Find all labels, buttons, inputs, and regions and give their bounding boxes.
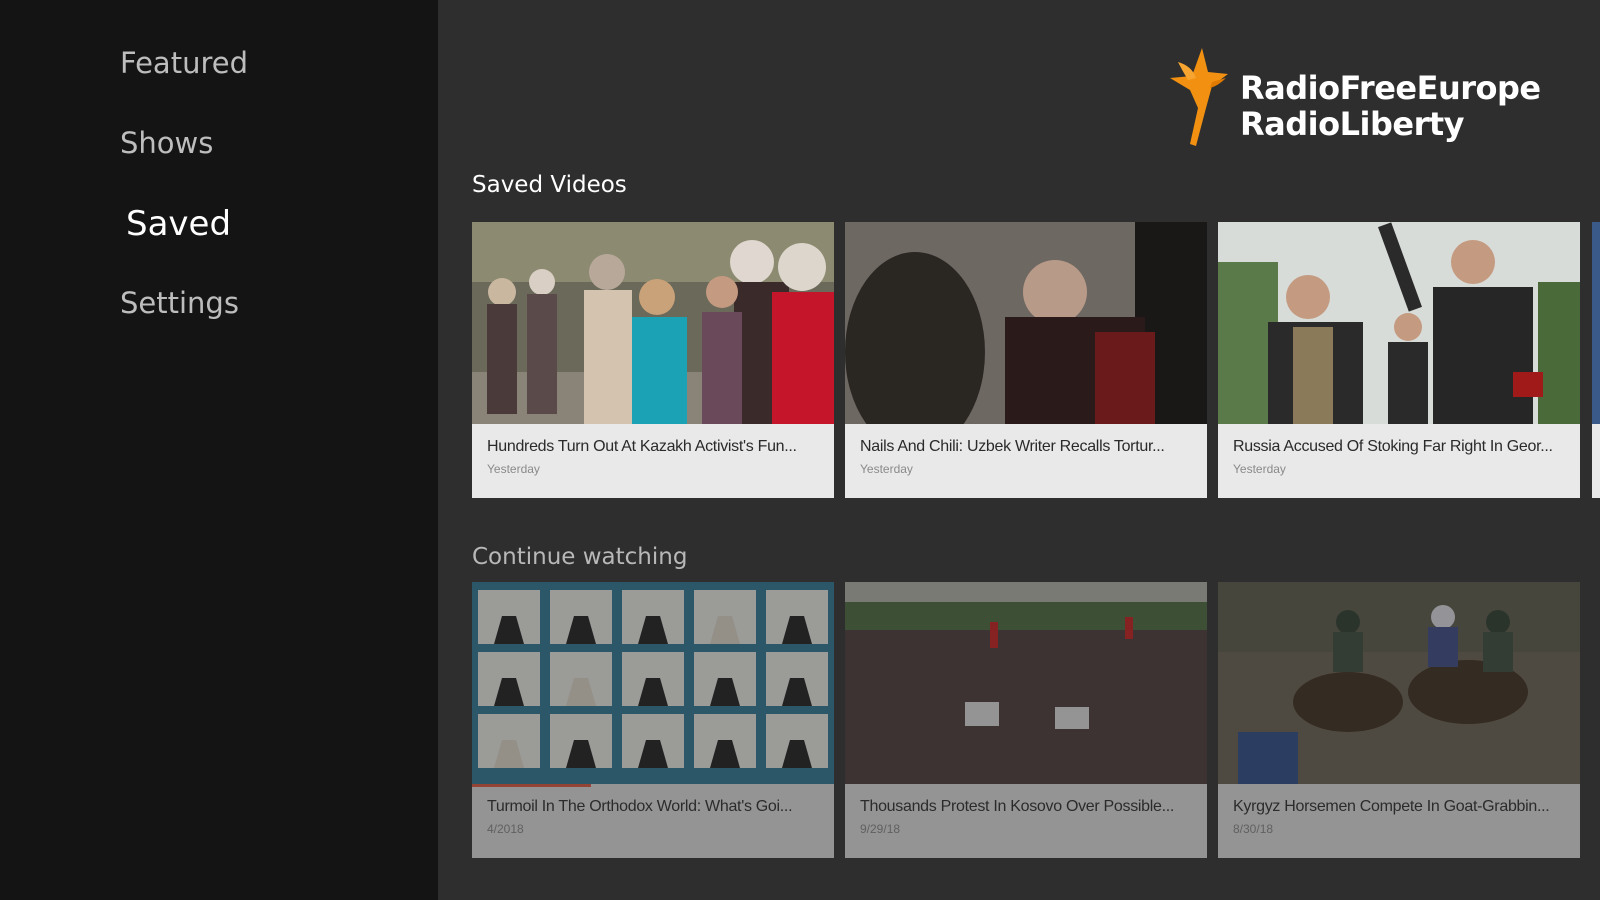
video-card[interactable]: Nails And Chili: Uzbek Writer Recalls To… [845,222,1207,498]
video-thumbnail [472,582,834,784]
video-title: Russia Accused Of Stoking Far Right In G… [1233,438,1553,455]
video-title: Turmoil In The Orthodox World: What's Go… [487,798,793,815]
nav-item-settings[interactable]: Settings [120,286,239,320]
video-card[interactable]: Kyrgyz Horsemen Compete In Goat-Grabbin.… [1218,582,1580,858]
video-title: Kyrgyz Horsemen Compete In Goat-Grabbin.… [1233,798,1550,815]
brand-name: RadioFreeEurope RadioLiberty [1240,70,1541,142]
watch-progress-bar [472,784,592,787]
nav-item-featured[interactable]: Featured [120,46,248,80]
video-title: Thousands Protest In Kosovo Over Possibl… [860,798,1175,815]
nav-item-saved[interactable]: Saved [126,204,231,244]
nav-item-shows[interactable]: Shows [120,126,213,160]
section-title-saved: Saved Videos [472,172,627,198]
brand-logo: RadioFreeEurope RadioLiberty [1168,46,1541,150]
main-content: RadioFreeEurope RadioLiberty Saved Video… [438,0,1600,900]
video-date: 9/29/18 [860,822,901,836]
video-title: Nails And Chili: Uzbek Writer Recalls To… [860,438,1165,455]
video-card[interactable]: Turmoil In The Orthodox World: What's Go… [472,582,834,858]
video-thumbnail [1218,222,1580,424]
video-thumbnail [845,582,1207,784]
video-date: 4/2018 [487,822,524,836]
bird-icon [1170,48,1228,146]
video-card-partial[interactable] [1592,222,1600,498]
video-card[interactable]: Hundreds Turn Out At Kazakh Activist's F… [472,222,834,498]
brand-line-2: RadioLiberty [1240,105,1464,143]
video-thumbnail [1218,582,1580,784]
saved-videos-row: Hundreds Turn Out At Kazakh Activist's F… [472,222,1600,498]
video-card[interactable]: Thousands Protest In Kosovo Over Possibl… [845,582,1207,858]
video-card[interactable]: Russia Accused Of Stoking Far Right In G… [1218,222,1580,498]
brand-line-1: RadioFreeEurope [1240,69,1541,107]
video-date: Yesterday [860,462,913,476]
continue-watching-row: Turmoil In The Orthodox World: What's Go… [472,582,1600,858]
section-title-continue: Continue watching [472,544,688,570]
video-date: Yesterday [487,462,540,476]
video-date: 8/30/18 [1233,822,1274,836]
video-date: Yesterday [1233,462,1286,476]
sidebar-nav: Featured Shows Saved Settings [0,0,438,900]
video-thumbnail [845,222,1207,424]
video-title: Hundreds Turn Out At Kazakh Activist's F… [487,438,797,455]
video-thumbnail [472,222,834,424]
